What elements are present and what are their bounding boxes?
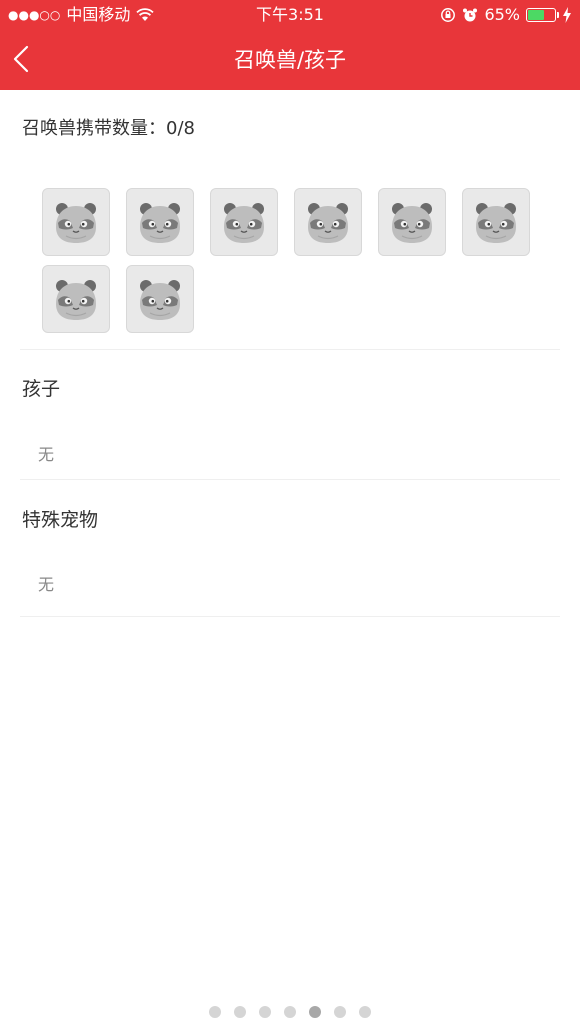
page-title: 召唤兽/孩子 <box>233 48 347 72</box>
battery-icon <box>526 8 559 22</box>
panda-placeholder-icon <box>56 203 96 243</box>
summoned-beast-count: 召唤兽携带数量：0/8 <box>22 114 195 140</box>
page-dot[interactable] <box>284 1006 296 1018</box>
divider <box>20 616 560 617</box>
header-bar: ●●●○○ 中国移动 下午3:51 65% 召唤兽/孩子 <box>0 0 580 90</box>
beast-slot[interactable] <box>126 188 194 256</box>
beast-slot[interactable] <box>42 265 110 333</box>
special-pets-empty-text: 无 <box>38 575 55 594</box>
page-dot[interactable] <box>234 1006 246 1018</box>
page-dot[interactable] <box>259 1006 271 1018</box>
beast-slot[interactable] <box>462 188 530 256</box>
nav-bar: 召唤兽/孩子 <box>0 30 580 90</box>
page-dot[interactable] <box>359 1006 371 1018</box>
children-empty-text: 无 <box>38 445 55 464</box>
count-label: 召唤兽携带数量： <box>22 118 166 139</box>
panda-placeholder-icon <box>476 203 516 243</box>
charging-bolt-icon <box>563 7 571 23</box>
section-title-children: 孩子 <box>22 378 61 400</box>
page-dot[interactable] <box>209 1006 221 1018</box>
section-title-special-pets: 特殊宠物 <box>22 509 99 531</box>
beast-slot[interactable] <box>210 188 278 256</box>
panda-placeholder-icon <box>308 203 348 243</box>
alarm-icon <box>463 8 478 22</box>
page-indicator <box>0 1006 580 1018</box>
beast-slot[interactable] <box>126 265 194 333</box>
battery-fill <box>528 10 544 20</box>
page-dot[interactable] <box>334 1006 346 1018</box>
panda-placeholder-icon <box>224 203 264 243</box>
panda-placeholder-icon <box>140 280 180 320</box>
status-right: 65% <box>440 0 572 30</box>
beast-slot[interactable] <box>378 188 446 256</box>
panda-placeholder-icon <box>392 203 432 243</box>
beast-slot[interactable] <box>294 188 362 256</box>
page-dot[interactable] <box>309 1006 321 1018</box>
count-value: 0/8 <box>166 118 195 139</box>
status-bar: ●●●○○ 中国移动 下午3:51 65% <box>0 0 580 30</box>
battery-percent: 65% <box>484 5 520 24</box>
rotation-lock-icon <box>441 8 456 22</box>
panda-placeholder-icon <box>140 203 180 243</box>
divider <box>20 349 560 350</box>
panda-placeholder-icon <box>56 280 96 320</box>
beast-slot[interactable] <box>42 188 110 256</box>
divider <box>20 479 560 480</box>
